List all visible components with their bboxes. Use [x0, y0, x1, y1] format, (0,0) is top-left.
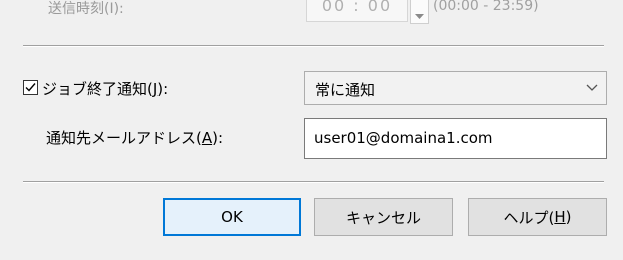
select-value: 常に通知 [315, 81, 376, 99]
button-label: キャンセル [345, 208, 421, 227]
job-end-notify-select[interactable]: 常に通知 [304, 71, 607, 105]
send-time-label: 送信時刻(I): [48, 1, 124, 17]
notify-address-input[interactable]: user01@domaina1.com [304, 118, 607, 159]
label-text: ): [212, 129, 224, 147]
help-button[interactable]: ヘルプ(H) [468, 198, 607, 236]
label-text: 通知先メールアドレス( [46, 129, 202, 147]
chevron-down-icon [586, 84, 598, 91]
label-text: ): [157, 80, 169, 98]
check-icon [25, 83, 36, 92]
label-text: ジョブ終了通知( [42, 80, 153, 98]
send-time-range: (00:00 - 23:59) [433, 0, 539, 14]
separator [23, 181, 604, 183]
accesskey: A [201, 129, 213, 147]
accesskey: H [554, 208, 566, 226]
button-label: ヘルプ( [503, 208, 555, 227]
notify-address-label: 通知先メールアドレス(A): [46, 127, 223, 148]
send-time-value: 00 : 00 [321, 0, 393, 15]
job-end-notify-label[interactable]: ジョブ終了通知(J): [42, 78, 168, 99]
send-time-field[interactable]: 00 : 00 [306, 0, 408, 22]
ok-button[interactable]: OK [163, 198, 301, 236]
button-label: OK [221, 208, 243, 226]
job-end-notify-checkbox[interactable] [23, 80, 38, 95]
button-label: ) [565, 208, 572, 226]
spin-down-icon [415, 14, 424, 19]
separator [23, 45, 604, 47]
cancel-button[interactable]: キャンセル [314, 198, 453, 236]
input-value: user01@domaina1.com [314, 129, 493, 147]
send-time-spinner[interactable] [410, 0, 429, 24]
